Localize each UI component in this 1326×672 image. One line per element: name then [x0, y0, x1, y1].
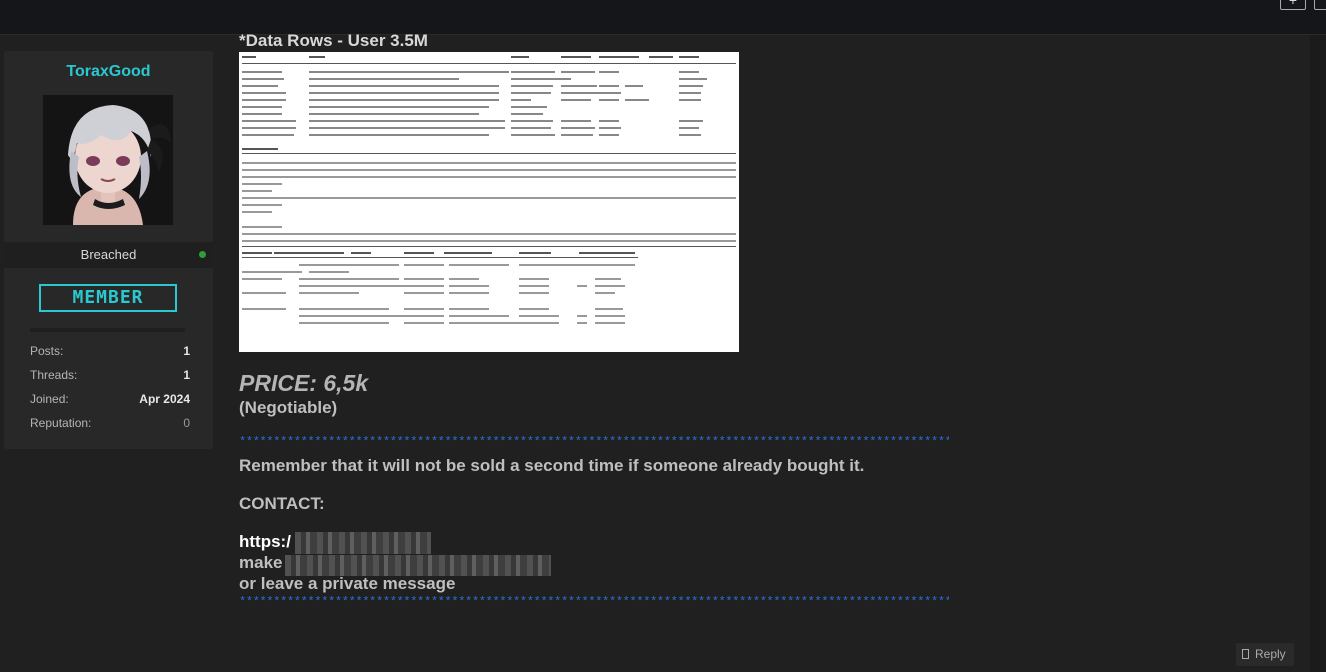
reply-icon	[1242, 649, 1249, 659]
separator-top: ****************************************…	[239, 436, 949, 448]
stat-joined: Joined: Apr 2024	[30, 392, 190, 408]
stat-value[interactable]: 1	[183, 368, 190, 382]
stat-threads: Threads: 1	[30, 368, 190, 384]
contact-link[interactable]: https:/	[239, 532, 291, 552]
rank-bar: Breached	[4, 242, 213, 268]
stat-reputation: Reputation: 0	[30, 416, 190, 432]
stat-label: Threads:	[30, 368, 78, 382]
separator-bottom: ****************************************…	[239, 596, 949, 608]
add-icon[interactable]: +	[1280, 0, 1306, 10]
window-button[interactable]	[1314, 0, 1326, 10]
contact-link-text[interactable]: https:/	[239, 532, 291, 551]
contact-line-2-text: make	[239, 553, 283, 572]
contact-line-3: or leave a private message	[239, 574, 456, 593]
reply-label: Reply	[1255, 647, 1286, 661]
stat-value[interactable]: 1	[183, 344, 190, 358]
database-screenshot[interactable]	[239, 52, 739, 352]
stat-label: Reputation:	[30, 416, 92, 430]
top-bar: +	[0, 0, 1326, 35]
online-status-indicator	[199, 251, 206, 258]
scrollbar[interactable]	[1310, 35, 1326, 672]
negotiable-text: (Negotiable)	[239, 398, 338, 417]
stat-posts: Posts: 1	[30, 344, 190, 360]
contact-heading: CONTACT:	[239, 494, 325, 513]
stat-value[interactable]: 0	[183, 416, 190, 430]
stat-label: Joined:	[30, 392, 69, 406]
price-text: PRICE: 6,5k	[239, 370, 369, 396]
reply-button[interactable]: Reply	[1236, 643, 1294, 666]
remember-notice: Remember that it will not be sold a seco…	[239, 456, 865, 475]
sidebar-divider	[30, 328, 185, 332]
redacted-text	[285, 555, 551, 576]
rank-label: Breached	[80, 247, 137, 262]
avatar-image	[43, 95, 173, 225]
database-preview-image	[239, 52, 739, 352]
redacted-link	[295, 532, 431, 554]
author-username[interactable]: ToraxGood	[4, 63, 213, 81]
stat-value: Apr 2024	[139, 392, 190, 406]
author-sidebar: ToraxGood Breached MEMBER Posts: 1 Threa…	[4, 51, 213, 449]
stat-label: Posts:	[30, 344, 64, 358]
member-badge: MEMBER	[39, 284, 177, 312]
contact-line-2: make	[239, 553, 282, 573]
post-heading: *Data Rows - User 3.5M	[239, 31, 428, 50]
avatar[interactable]	[43, 95, 173, 225]
